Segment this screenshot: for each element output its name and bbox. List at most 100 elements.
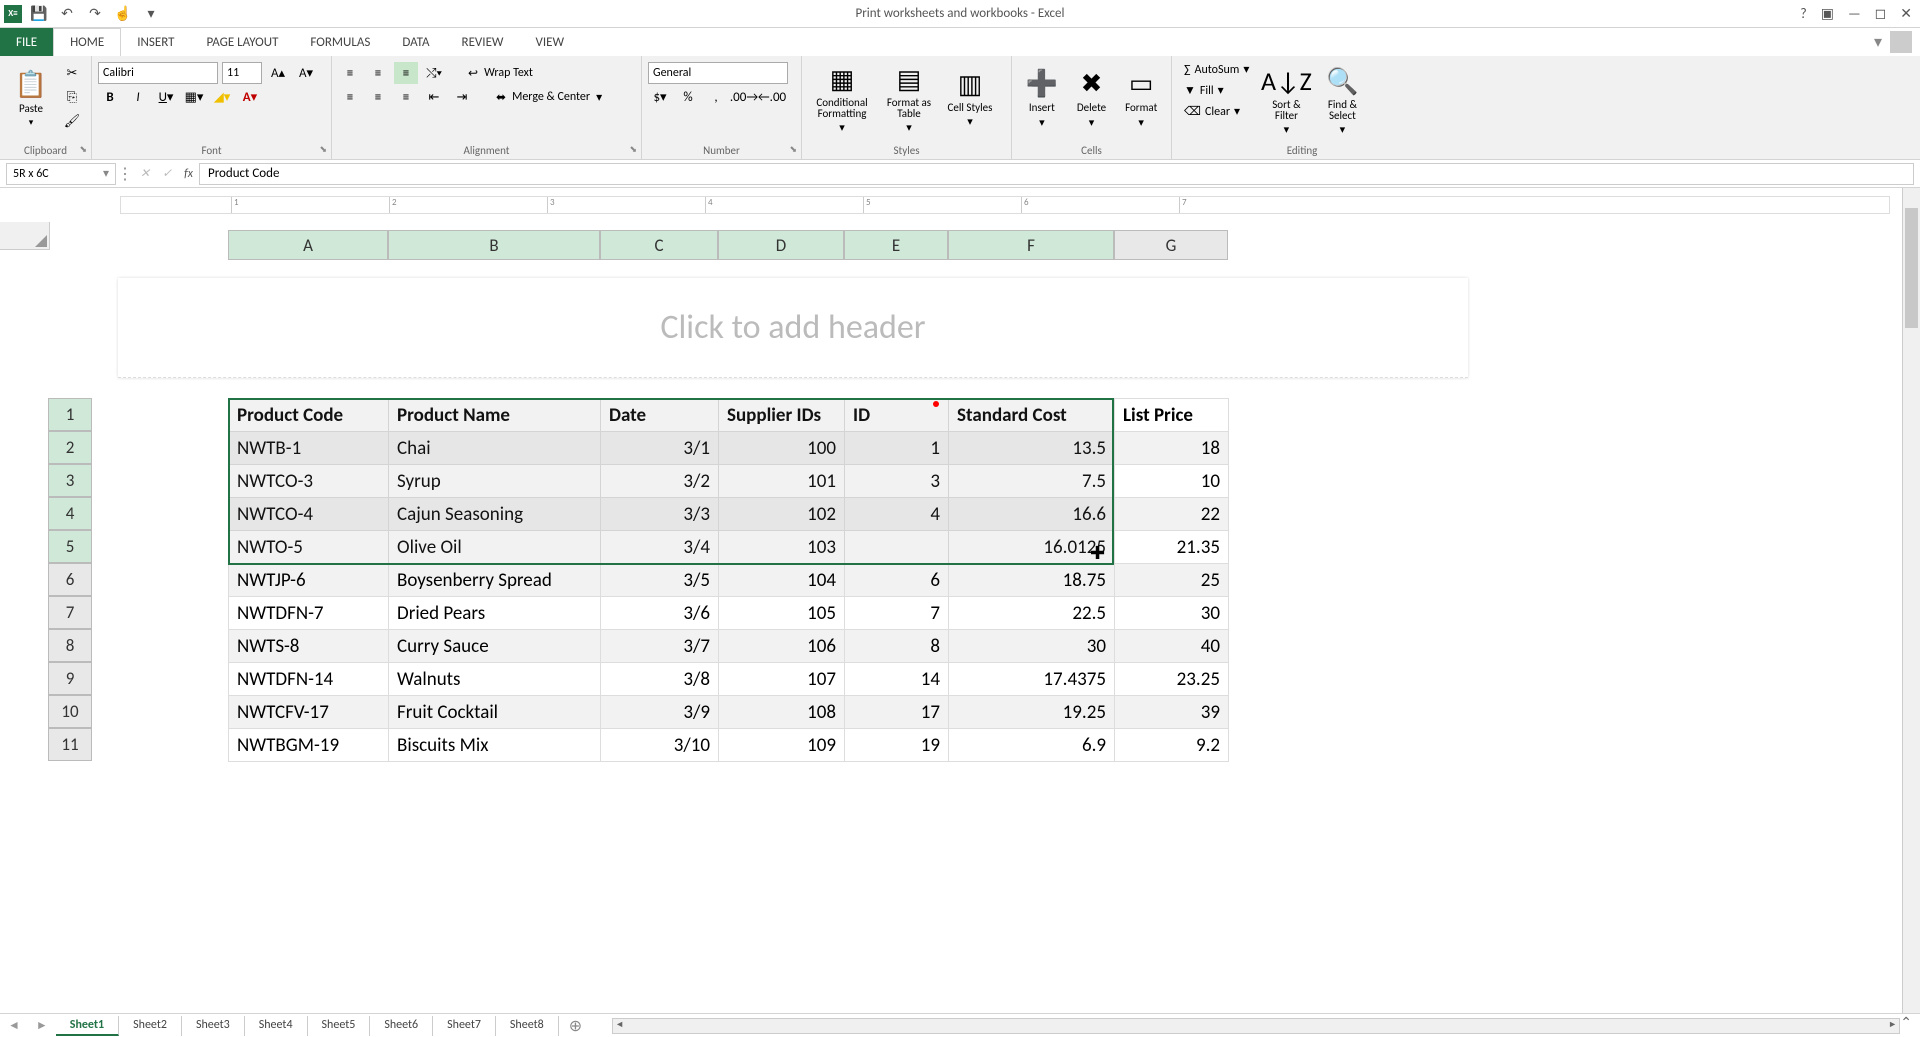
row-header-10[interactable]: 10 [48, 695, 92, 728]
tab-view[interactable]: VIEW [520, 28, 581, 56]
data-cell[interactable]: 3/3 [601, 498, 719, 531]
sheet-tab-sheet7[interactable]: Sheet7 [433, 1016, 496, 1036]
table-row[interactable]: NWTCFV-17Fruit Cocktail3/91081719.2539 [229, 696, 1229, 729]
tab-nav-prev[interactable]: ◄ [0, 1018, 28, 1033]
data-cell[interactable]: 4 [845, 498, 949, 531]
data-cell[interactable]: 109 [719, 729, 845, 762]
data-cell[interactable]: 17 [845, 696, 949, 729]
table-row[interactable]: NWTS-8Curry Sauce3/710683040 [229, 630, 1229, 663]
data-cell[interactable]: 3/5 [601, 564, 719, 597]
align-middle-button[interactable]: ≡ [366, 62, 390, 84]
align-top-button[interactable]: ≡ [338, 62, 362, 84]
increase-indent-button[interactable]: ⇥ [450, 86, 474, 108]
data-cell[interactable]: 19.25 [949, 696, 1115, 729]
data-cell[interactable]: 108 [719, 696, 845, 729]
tab-review[interactable]: REVIEW [446, 28, 520, 56]
data-cell[interactable]: 39 [1115, 696, 1229, 729]
row-header-8[interactable]: 8 [48, 629, 92, 662]
data-cell[interactable]: NWTCO-4 [229, 498, 389, 531]
data-cell[interactable]: 13.5 [949, 432, 1115, 465]
data-cell[interactable]: 3/9 [601, 696, 719, 729]
percent-format-button[interactable]: % [676, 86, 700, 108]
font-color-button[interactable]: A▾ [238, 86, 262, 108]
sheet-tab-sheet4[interactable]: Sheet4 [245, 1016, 308, 1036]
data-cell[interactable]: 106 [719, 630, 845, 663]
data-cell[interactable]: Chai [389, 432, 601, 465]
font-dialog-launcher[interactable]: ⬊ [319, 144, 327, 155]
data-cell[interactable]: Dried Pears [389, 597, 601, 630]
number-format-select[interactable] [648, 62, 788, 84]
table-row[interactable]: NWTB-1Chai3/1100113.518 [229, 432, 1229, 465]
sheet-tab-sheet3[interactable]: Sheet3 [182, 1016, 245, 1036]
name-box[interactable]: 5R x 6C▾ [6, 163, 116, 185]
table-header-cell[interactable]: Supplier IDs [719, 399, 845, 432]
number-dialog-launcher[interactable]: ⬊ [789, 144, 797, 155]
table-row[interactable]: NWTDFN-7Dried Pears3/6105722.530 [229, 597, 1229, 630]
data-cell[interactable]: 23.25 [1115, 663, 1229, 696]
data-cell[interactable]: 3/1 [601, 432, 719, 465]
column-header-B[interactable]: B [388, 230, 600, 260]
alignment-dialog-launcher[interactable]: ⬊ [629, 144, 637, 155]
tab-page-layout[interactable]: PAGE LAYOUT [191, 28, 295, 56]
sheet-tab-sheet2[interactable]: Sheet2 [119, 1016, 182, 1036]
row-header-7[interactable]: 7 [48, 596, 92, 629]
data-cell[interactable]: 3/7 [601, 630, 719, 663]
data-cell[interactable]: 22 [1115, 498, 1229, 531]
column-header-A[interactable]: A [228, 230, 388, 260]
data-cell[interactable]: 16.6 [949, 498, 1115, 531]
decrease-decimal-button[interactable]: ←.00 [760, 86, 784, 108]
row-header-1[interactable]: 1 [48, 398, 92, 431]
data-cell[interactable]: 104 [719, 564, 845, 597]
select-all-corner[interactable] [0, 222, 50, 250]
save-icon[interactable]: 💾 [28, 3, 50, 25]
column-headers[interactable]: ABCDEFG [228, 230, 1228, 260]
data-cell[interactable]: NWTCFV-17 [229, 696, 389, 729]
paste-button[interactable]: 📋 Paste ▾ [6, 58, 56, 138]
data-cell[interactable]: NWTDFN-14 [229, 663, 389, 696]
data-cell[interactable]: NWTO-5 [229, 531, 389, 564]
data-cell[interactable]: 7.5 [949, 465, 1115, 498]
touch-mouse-icon[interactable]: ☝ [112, 3, 134, 25]
column-header-G[interactable]: G [1114, 230, 1228, 260]
help-icon[interactable]: ? [1800, 5, 1807, 22]
cell-styles-button[interactable]: ▥ Cell Styles▾ [942, 58, 998, 138]
data-cell[interactable]: 18.75 [949, 564, 1115, 597]
qat-customize-icon[interactable]: ▾ [140, 3, 162, 25]
data-cell[interactable]: NWTJP-6 [229, 564, 389, 597]
data-cell[interactable]: 105 [719, 597, 845, 630]
ribbon-help-dropdown-icon[interactable]: ▾ [1874, 32, 1882, 52]
orientation-button[interactable]: ⤭▾ [422, 62, 446, 84]
decrease-font-button[interactable]: A▾ [294, 62, 318, 84]
align-center-button[interactable]: ≡ [366, 86, 390, 108]
autosum-button[interactable]: ∑AutoSum▾ [1178, 60, 1255, 79]
formula-input[interactable] [199, 163, 1914, 185]
column-header-D[interactable]: D [718, 230, 844, 260]
increase-font-button[interactable]: A▴ [266, 62, 290, 84]
accounting-format-button[interactable]: $▾ [648, 86, 672, 108]
data-cell[interactable]: 30 [949, 630, 1115, 663]
data-cell[interactable]: 16.0125 [949, 531, 1115, 564]
row-header-2[interactable]: 2 [48, 431, 92, 464]
close-icon[interactable]: ✕ [1900, 5, 1912, 22]
data-cell[interactable]: 1 [845, 432, 949, 465]
cancel-formula-icon[interactable]: ✕ [134, 166, 156, 181]
data-cell[interactable]: 9.2 [1115, 729, 1229, 762]
row-header-6[interactable]: 6 [48, 563, 92, 596]
font-size-select[interactable] [222, 62, 262, 84]
align-left-button[interactable]: ≡ [338, 86, 362, 108]
data-cell[interactable]: 14 [845, 663, 949, 696]
tab-file[interactable]: FILE [0, 28, 53, 56]
data-cell[interactable]: 3/8 [601, 663, 719, 696]
format-cells-button[interactable]: ▭ Format▾ [1117, 58, 1165, 138]
table-header-cell[interactable]: Date [601, 399, 719, 432]
data-cell[interactable]: 30 [1115, 597, 1229, 630]
horizontal-scrollbar[interactable] [612, 1018, 1900, 1034]
data-cell[interactable]: 3/6 [601, 597, 719, 630]
tab-data[interactable]: DATA [386, 28, 445, 56]
sort-filter-button[interactable]: A↓Z Sort & Filter▾ [1261, 60, 1311, 140]
data-cell[interactable]: 6.9 [949, 729, 1115, 762]
data-cell[interactable]: NWTDFN-7 [229, 597, 389, 630]
row-header-11[interactable]: 11 [48, 728, 92, 761]
data-cell[interactable]: NWTBGM-19 [229, 729, 389, 762]
data-cell[interactable] [845, 531, 949, 564]
